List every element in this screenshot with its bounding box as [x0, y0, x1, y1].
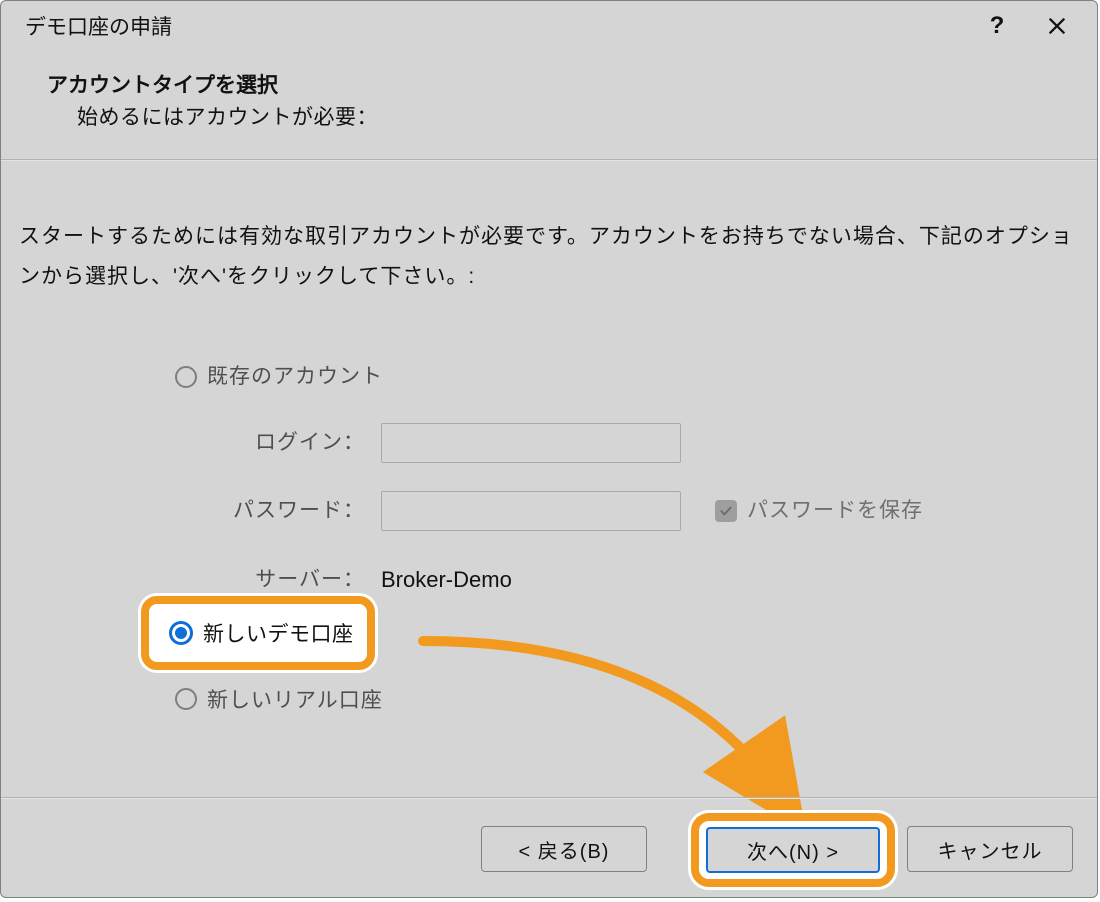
header-title: アカウントタイプを選択: [47, 69, 1073, 99]
server-value: Broker-Demo: [381, 559, 512, 601]
password-label: パスワード：: [215, 491, 365, 531]
radio-selected-icon: [169, 621, 193, 645]
radio-new-demo-account[interactable]: 新しいデモ口座: [141, 596, 375, 670]
titlebar: デモ口座の申請 ?: [1, 1, 1097, 51]
instruction-text: スタートするためには有効な取引アカウントが必要です。アカウントをお持ちでない場合…: [19, 217, 1079, 297]
next-button-highlight: 次へ(N) >: [691, 813, 895, 887]
password-input[interactable]: [381, 491, 681, 531]
login-label: ログイン：: [215, 423, 365, 463]
back-button[interactable]: < 戻る(B): [481, 826, 647, 872]
radio-label: 新しいリアル口座: [207, 684, 383, 714]
login-input[interactable]: [381, 423, 681, 463]
save-password-label: パスワードを保存: [747, 491, 923, 531]
header-subtitle: 始めるにはアカウントが必要：: [77, 101, 1073, 131]
cancel-button[interactable]: キャンセル: [907, 826, 1073, 872]
radio-label: 新しいデモ口座: [203, 618, 354, 648]
save-password-checkbox[interactable]: パスワードを保存: [715, 491, 923, 531]
radio-icon: [175, 366, 197, 388]
radio-new-real-account[interactable]: 新しいリアル口座: [175, 681, 383, 717]
server-label: サーバー：: [215, 560, 365, 600]
radio-icon: [175, 688, 197, 710]
footer: < 戻る(B) キャンセル: [1, 799, 1097, 898]
close-icon[interactable]: [1035, 4, 1079, 48]
next-button[interactable]: 次へ(N) >: [706, 827, 880, 873]
window-title: デモ口座の申請: [25, 11, 975, 41]
demo-account-dialog: デモ口座の申請 ? アカウントタイプを選択 始めるにはアカウントが必要： スター…: [0, 0, 1098, 898]
radio-label: 既存のアカウント: [207, 357, 383, 397]
radio-existing-account[interactable]: 既存のアカウント: [175, 359, 1079, 395]
help-icon[interactable]: ?: [975, 4, 1019, 48]
checkbox-icon: [715, 500, 737, 522]
header: アカウントタイプを選択 始めるにはアカウントが必要：: [1, 51, 1097, 159]
annotation-arrow-icon: [413, 621, 813, 821]
